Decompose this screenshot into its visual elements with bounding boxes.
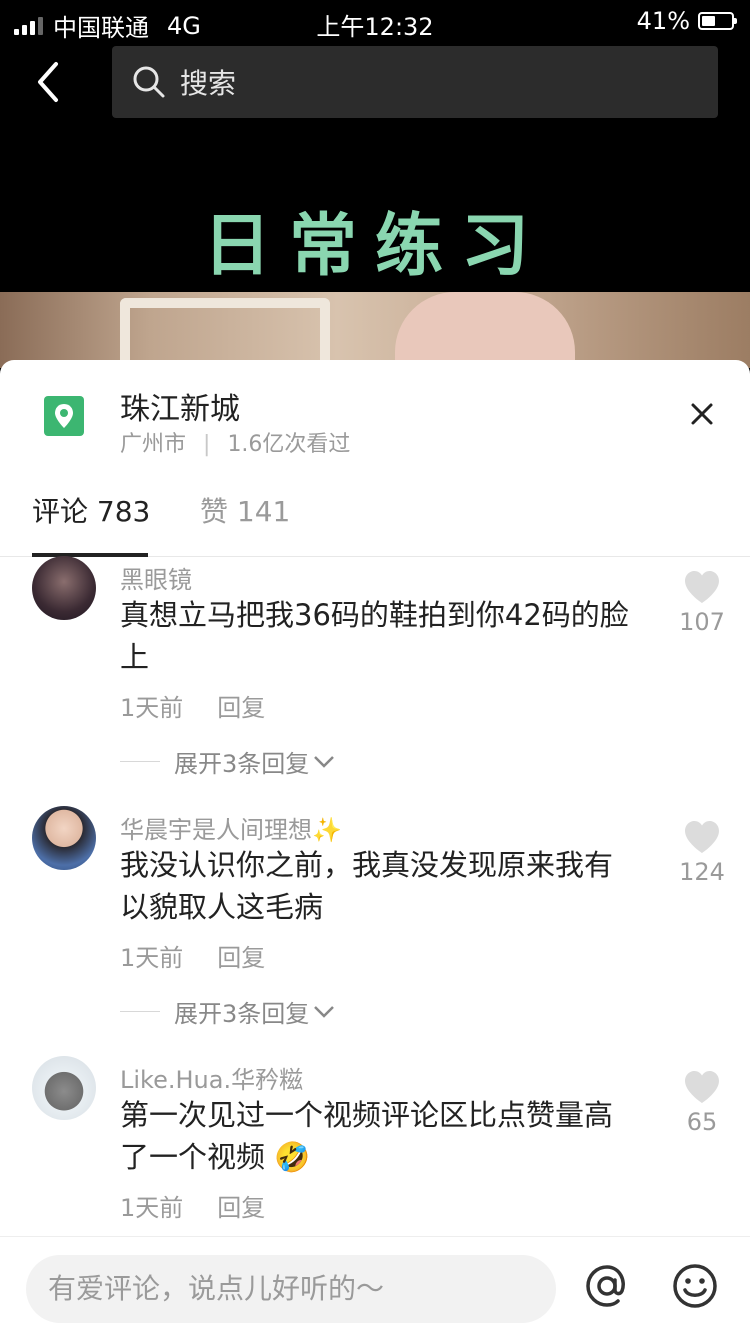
- close-icon: [691, 403, 713, 425]
- back-button[interactable]: [30, 60, 70, 104]
- chevron-down-icon: [314, 755, 335, 768]
- location-views: 1.6亿次看过: [227, 432, 351, 457]
- mention-button[interactable]: [582, 1261, 632, 1311]
- comment-text: 第一次见过一个视频评论区比点赞量高了一个视频 🤣: [120, 1098, 614, 1174]
- like-count: 124: [679, 858, 725, 886]
- comment-text: 我没认识你之前，我真没发现原来我有以貌取人这毛病: [120, 848, 614, 924]
- search-bar[interactable]: 搜索: [112, 46, 718, 118]
- video-title: 日常练习: [202, 207, 547, 286]
- expand-replies[interactable]: 展开3条回复: [120, 994, 335, 1029]
- like-count: 65: [686, 1108, 718, 1136]
- tab-underline: [32, 553, 148, 557]
- search-placeholder: 搜索: [180, 67, 237, 100]
- reply-button[interactable]: 回复: [217, 694, 265, 722]
- comment-input-bar: 有爱评论，说点儿好听的～: [0, 1236, 750, 1335]
- reply-button[interactable]: 回复: [217, 944, 265, 972]
- divider: [120, 761, 160, 762]
- location-meta: 广州市 | 1.6亿次看过: [120, 426, 350, 458]
- tab-likes[interactable]: 赞 141: [200, 490, 290, 530]
- search-icon: [133, 66, 165, 98]
- location-city: 广州市: [120, 432, 187, 457]
- location-header: 珠江新城 广州市 | 1.6亿次看过: [0, 360, 750, 470]
- video-preview[interactable]: 日常练习: [0, 118, 750, 368]
- emoji-button[interactable]: [670, 1261, 720, 1311]
- tab-bar: 评论 783 赞 141: [0, 470, 750, 557]
- map-pin-icon: [44, 396, 84, 436]
- like-count: 107: [679, 608, 725, 636]
- expand-label: 展开3条回复: [174, 1000, 310, 1028]
- comment-meta: 1天前 回复: [120, 688, 265, 723]
- comment-meta: 1天前 回复: [120, 938, 265, 973]
- comment-username[interactable]: Like.Hua.华矜糍: [120, 1060, 303, 1095]
- chevron-left-icon: [38, 62, 58, 102]
- heart-icon: [685, 1071, 719, 1103]
- heart-icon: [685, 571, 719, 603]
- person-shape: [395, 292, 575, 368]
- meta-divider: |: [203, 432, 211, 457]
- battery-percent: 41%: [636, 7, 690, 35]
- at-icon: [586, 1265, 625, 1307]
- like-button[interactable]: 107: [672, 570, 732, 636]
- comment-username[interactable]: 华晨宇是人间理想✨: [120, 810, 342, 845]
- close-button[interactable]: [686, 398, 718, 430]
- video-photo: [0, 292, 750, 368]
- heart-icon: [685, 821, 719, 853]
- tab-comments[interactable]: 评论 783: [32, 490, 150, 530]
- comment-input[interactable]: 有爱评论，说点儿好听的～: [26, 1255, 556, 1323]
- status-right: 41%: [636, 7, 737, 35]
- location-name: 珠江新城: [120, 392, 240, 427]
- comment-time: 1天前: [120, 1194, 184, 1222]
- comment-time: 1天前: [120, 944, 184, 972]
- comment-text: 真想立马把我36码的鞋拍到你42码的脸上: [120, 598, 629, 674]
- battery-icon: [698, 12, 737, 30]
- status-bar: 中国联通 4G 上午12:32 41%: [0, 0, 750, 42]
- expand-replies[interactable]: 展开3条回复: [120, 744, 335, 779]
- comment-meta: 1天前 回复: [120, 1188, 265, 1223]
- avatar[interactable]: [32, 1056, 96, 1120]
- expand-label: 展开3条回复: [174, 750, 310, 778]
- divider: [120, 1011, 160, 1012]
- emoji-icon: [673, 1264, 717, 1308]
- avatar[interactable]: [32, 556, 96, 620]
- location-sheet: 珠江新城 广州市 | 1.6亿次看过 评论 783 赞 141 黑眼镜 真想立马…: [0, 360, 750, 1334]
- chair-shape: [120, 298, 330, 368]
- comment-username[interactable]: 黑眼镜: [120, 560, 192, 595]
- like-button[interactable]: 65: [672, 1070, 732, 1136]
- avatar[interactable]: [32, 806, 96, 870]
- comment-time: 1天前: [120, 694, 184, 722]
- like-button[interactable]: 124: [672, 820, 732, 886]
- chevron-down-icon: [314, 1005, 335, 1018]
- reply-button[interactable]: 回复: [217, 1194, 265, 1222]
